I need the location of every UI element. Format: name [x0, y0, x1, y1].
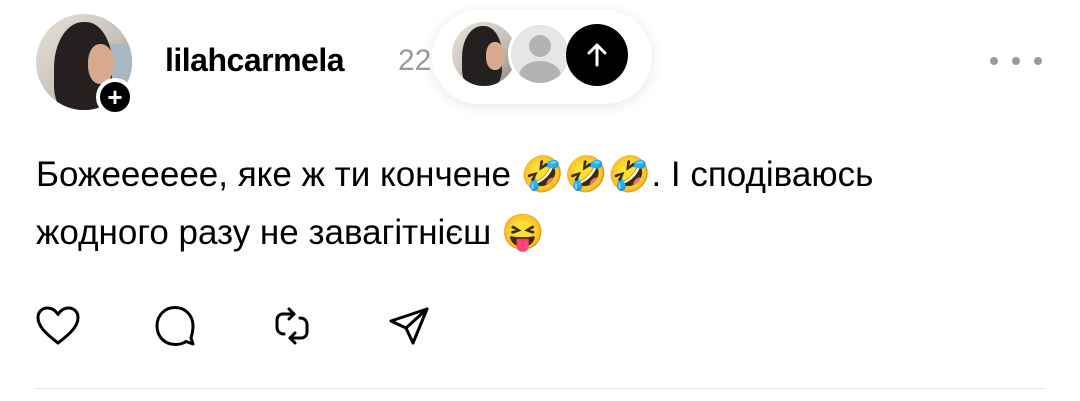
repost-button[interactable]: [268, 302, 316, 350]
repost-icon: [275, 307, 309, 345]
comment-icon: [155, 306, 195, 346]
more-dot: [1034, 57, 1042, 65]
more-options-button[interactable]: [990, 46, 1042, 76]
author-avatar-container[interactable]: +: [36, 14, 134, 116]
post-divider: [34, 388, 1046, 389]
follow-plus-button[interactable]: +: [96, 78, 134, 116]
post-timestamp: 22: [398, 44, 432, 77]
more-dot: [990, 57, 998, 65]
arrow-up-icon: [587, 43, 607, 67]
post-actions-bar: [34, 300, 502, 352]
more-dot: [1012, 57, 1020, 65]
author-username[interactable]: lilahcarmela: [165, 42, 345, 79]
share-button[interactable]: [385, 302, 433, 350]
pill-user-avatar: [452, 22, 516, 86]
heart-icon: [36, 306, 80, 345]
post-text-line-1: Божееееее, яке ж ти кончене 🤣🤣🤣. І споді…: [36, 155, 874, 194]
generic-user-body: [519, 61, 561, 83]
post-text-line-2: жодного разу не завагітнієш 😝: [36, 213, 545, 252]
post-card: + lilahcarmela 22 Божееееее, яке ж ти ко…: [0, 0, 1080, 401]
generic-user-avatar-icon: [508, 22, 572, 86]
comment-button[interactable]: [151, 302, 199, 350]
share-icon: [389, 307, 429, 345]
generic-user-head: [529, 35, 551, 57]
like-button[interactable]: [34, 302, 82, 350]
post-body-text: Божееееее, яке ж ти кончене 🤣🤣🤣. І споді…: [36, 146, 1046, 262]
scroll-to-top-button[interactable]: [566, 24, 628, 86]
pill-avatar-face: [486, 42, 504, 70]
